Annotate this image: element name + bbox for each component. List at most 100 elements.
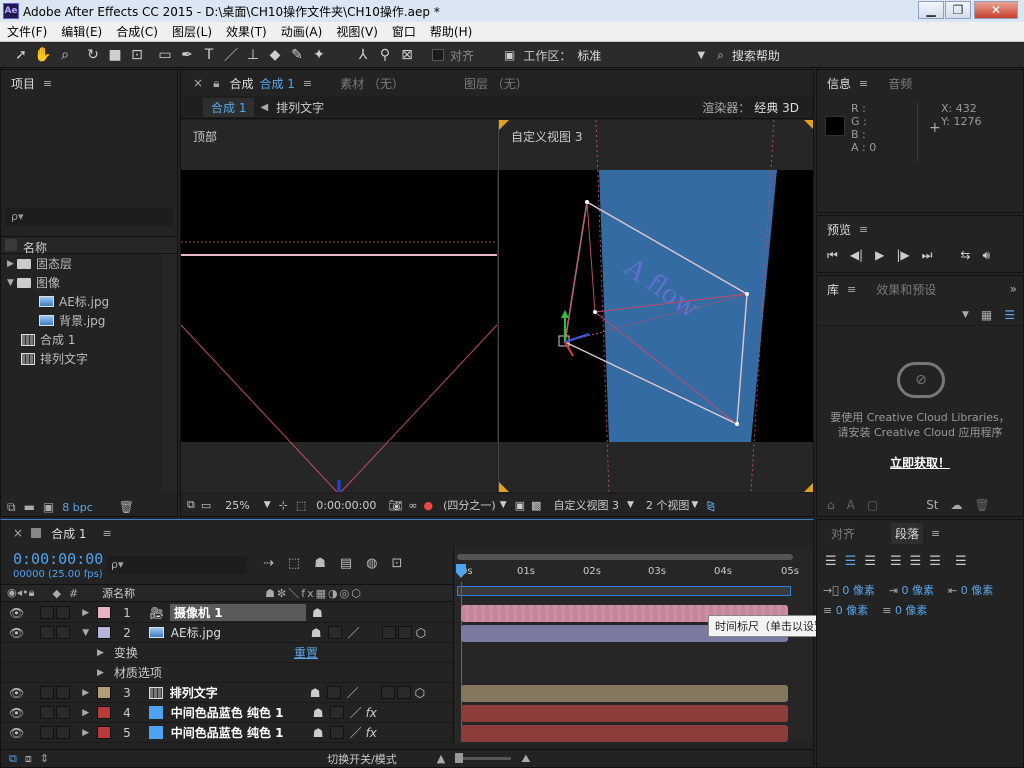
rectangle-tool-icon[interactable]: ▭: [154, 45, 176, 65]
shy-switch-icon[interactable]: ☗: [310, 686, 321, 700]
quality-switch[interactable]: [327, 626, 342, 639]
quality-slash-icon[interactable]: ／: [350, 724, 362, 741]
monitor-icon[interactable]: ▭: [201, 499, 211, 512]
overflow-icon[interactable]: »: [1010, 282, 1017, 296]
timeline-tab-name[interactable]: 合成 1: [51, 525, 86, 542]
lock-toggle[interactable]: [56, 686, 71, 699]
layer-name[interactable]: 摄像机 1: [170, 604, 307, 621]
layer-label-color[interactable]: [97, 686, 112, 699]
space-before-value[interactable]: 0 像素: [836, 604, 869, 617]
quality-slash-icon[interactable]: ／: [347, 684, 359, 701]
list-item[interactable]: 合成 1: [1, 330, 161, 349]
zoom-dropdown-icon[interactable]: ▼: [264, 500, 271, 510]
layer-label-color[interactable]: [97, 626, 112, 639]
local-axis-icon[interactable]: ⅄: [352, 45, 374, 65]
panel-menu-icon[interactable]: ≡: [859, 223, 868, 236]
effects-fx-icon[interactable]: fx: [366, 706, 377, 720]
next-frame-icon[interactable]: |▶: [896, 248, 909, 263]
menu-animation[interactable]: 动画(A): [274, 23, 330, 40]
panel-menu-icon[interactable]: ≡: [859, 77, 868, 90]
list-view-icon[interactable]: ☰: [1004, 308, 1015, 322]
snapshot-icon[interactable]: 📷︎: [388, 499, 402, 512]
indent-right-field[interactable]: ⇥ 0 像素: [889, 582, 934, 598]
menu-effect[interactable]: 效果(T): [219, 23, 274, 40]
panel-menu-icon[interactable]: ≡: [43, 77, 52, 90]
close-tab-icon[interactable]: ×: [193, 76, 203, 90]
property-group-row[interactable]: ▶ 变换 重置: [1, 643, 453, 663]
pen-tool-icon[interactable]: ✒: [176, 45, 198, 65]
expand-triangle-icon[interactable]: ▶: [7, 259, 17, 269]
panel-menu-icon[interactable]: ≡: [303, 77, 312, 90]
view-select[interactable]: 自定义视图 3: [553, 497, 619, 513]
expand-triangle-icon[interactable]: ▶: [82, 688, 89, 698]
motion-blur-switch[interactable]: [381, 626, 396, 639]
get-now-link[interactable]: 立即获取！: [817, 454, 1023, 471]
loop-icon[interactable]: ⇆: [960, 248, 970, 263]
align-left-icon[interactable]: ☰: [825, 554, 837, 569]
transparency-grid-icon[interactable]: ▩: [531, 499, 541, 512]
layer-name[interactable]: 中间色品蓝色 纯色 1: [171, 724, 313, 741]
expand-triangle-icon[interactable]: ▶: [97, 668, 104, 678]
justify-right-icon[interactable]: ☰: [929, 554, 941, 569]
adjustment-switch[interactable]: [397, 626, 412, 639]
play-icon[interactable]: ▶: [875, 248, 884, 263]
graph-editor-icon[interactable]: ⊡: [392, 556, 403, 571]
clone-stamp-tool-icon[interactable]: ⊥: [242, 45, 264, 65]
audio-icon[interactable]: 🔊︎: [982, 248, 990, 263]
shy-layers-icon[interactable]: ☗: [314, 556, 326, 571]
bit-depth-button[interactable]: 8 bpc: [62, 501, 93, 514]
roto-brush-tool-icon[interactable]: ✎: [286, 45, 308, 65]
expand-triangle-icon[interactable]: ▶: [82, 728, 89, 738]
list-item[interactable]: ▶ 固态层: [1, 254, 161, 273]
shy-switch-icon[interactable]: ☗: [311, 626, 322, 640]
first-line-indent-field[interactable]: ⇤ 0 像素: [948, 582, 993, 598]
work-area-bar[interactable]: [457, 586, 791, 596]
info-tab[interactable]: 信息: [827, 75, 851, 92]
collapse-triangle-icon[interactable]: ▼: [82, 628, 89, 638]
mask-visibility-icon[interactable]: ⬚: [296, 499, 306, 512]
layer-row[interactable]: 👁︎ ▶ 5 中间色品蓝色 纯色 1 ☗ ／ fx: [1, 723, 453, 743]
panel-menu-icon[interactable]: ≡: [103, 527, 112, 540]
solo-toggle[interactable]: [40, 686, 55, 699]
new-folder-icon[interactable]: ▬: [24, 500, 35, 514]
visibility-eye-icon[interactable]: 👁︎: [9, 726, 24, 740]
delete-icon[interactable]: 🗑: [119, 500, 134, 514]
toggle-switches-modes[interactable]: 切换开关/模式: [327, 751, 397, 767]
layer-switches-pane-icon[interactable]: ⧉: [9, 752, 17, 766]
space-after-value[interactable]: 0 像素: [895, 604, 928, 617]
list-item[interactable]: 排列文字: [1, 349, 161, 368]
puppet-tool-icon[interactable]: ✦: [308, 45, 330, 65]
motion-blur-switch[interactable]: [380, 686, 395, 699]
shy-switch-icon[interactable]: ☗: [313, 706, 324, 720]
show-snapshot-icon[interactable]: ∞: [408, 499, 417, 512]
footage-tab[interactable]: 素材 （无）: [340, 75, 404, 92]
layer-duration-bar[interactable]: [461, 705, 788, 722]
timeline-zoom-slider[interactable]: [455, 753, 512, 763]
eraser-tool-icon[interactable]: ◆: [264, 45, 286, 65]
project-search-input[interactable]: ρ▾: [5, 208, 173, 226]
minimize-button[interactable]: ▁: [918, 1, 944, 19]
collapse-switch[interactable]: [329, 706, 344, 719]
effects-presets-tab[interactable]: 效果和预设: [876, 281, 936, 298]
magnification-select[interactable]: 25%: [225, 499, 249, 512]
lock-toggle[interactable]: [56, 606, 71, 619]
shy-switch-icon[interactable]: ☗: [312, 606, 323, 620]
visibility-eye-icon[interactable]: 👁︎: [9, 606, 24, 620]
rotate-tool-icon[interactable]: ↻: [82, 45, 104, 65]
align-tab[interactable]: 对齐: [831, 525, 855, 542]
sync-icon[interactable]: ☁: [951, 498, 963, 512]
reset-link[interactable]: 重置: [294, 644, 318, 661]
solo-toggle[interactable]: [40, 626, 55, 639]
selection-tool-icon[interactable]: ➚: [10, 45, 32, 65]
solo-toggle[interactable]: [40, 706, 55, 719]
region-of-interest-icon[interactable]: ▣: [515, 499, 525, 512]
previous-frame-icon[interactable]: ◀|: [850, 248, 863, 263]
panel-menu-icon[interactable]: ≡: [931, 527, 940, 540]
project-scrollbar[interactable]: [161, 254, 177, 492]
list-item[interactable]: AE标.jpg: [1, 292, 161, 311]
breadcrumb-next[interactable]: 排列文字: [276, 99, 324, 116]
text-style-icon[interactable]: A: [847, 498, 855, 512]
menu-view[interactable]: 视图(V): [329, 23, 385, 40]
align-right-icon[interactable]: ☰: [864, 554, 876, 569]
layer-row[interactable]: 👁︎ ▼ 2 AE标.jpg ☗ ／ ⬡: [1, 623, 453, 643]
